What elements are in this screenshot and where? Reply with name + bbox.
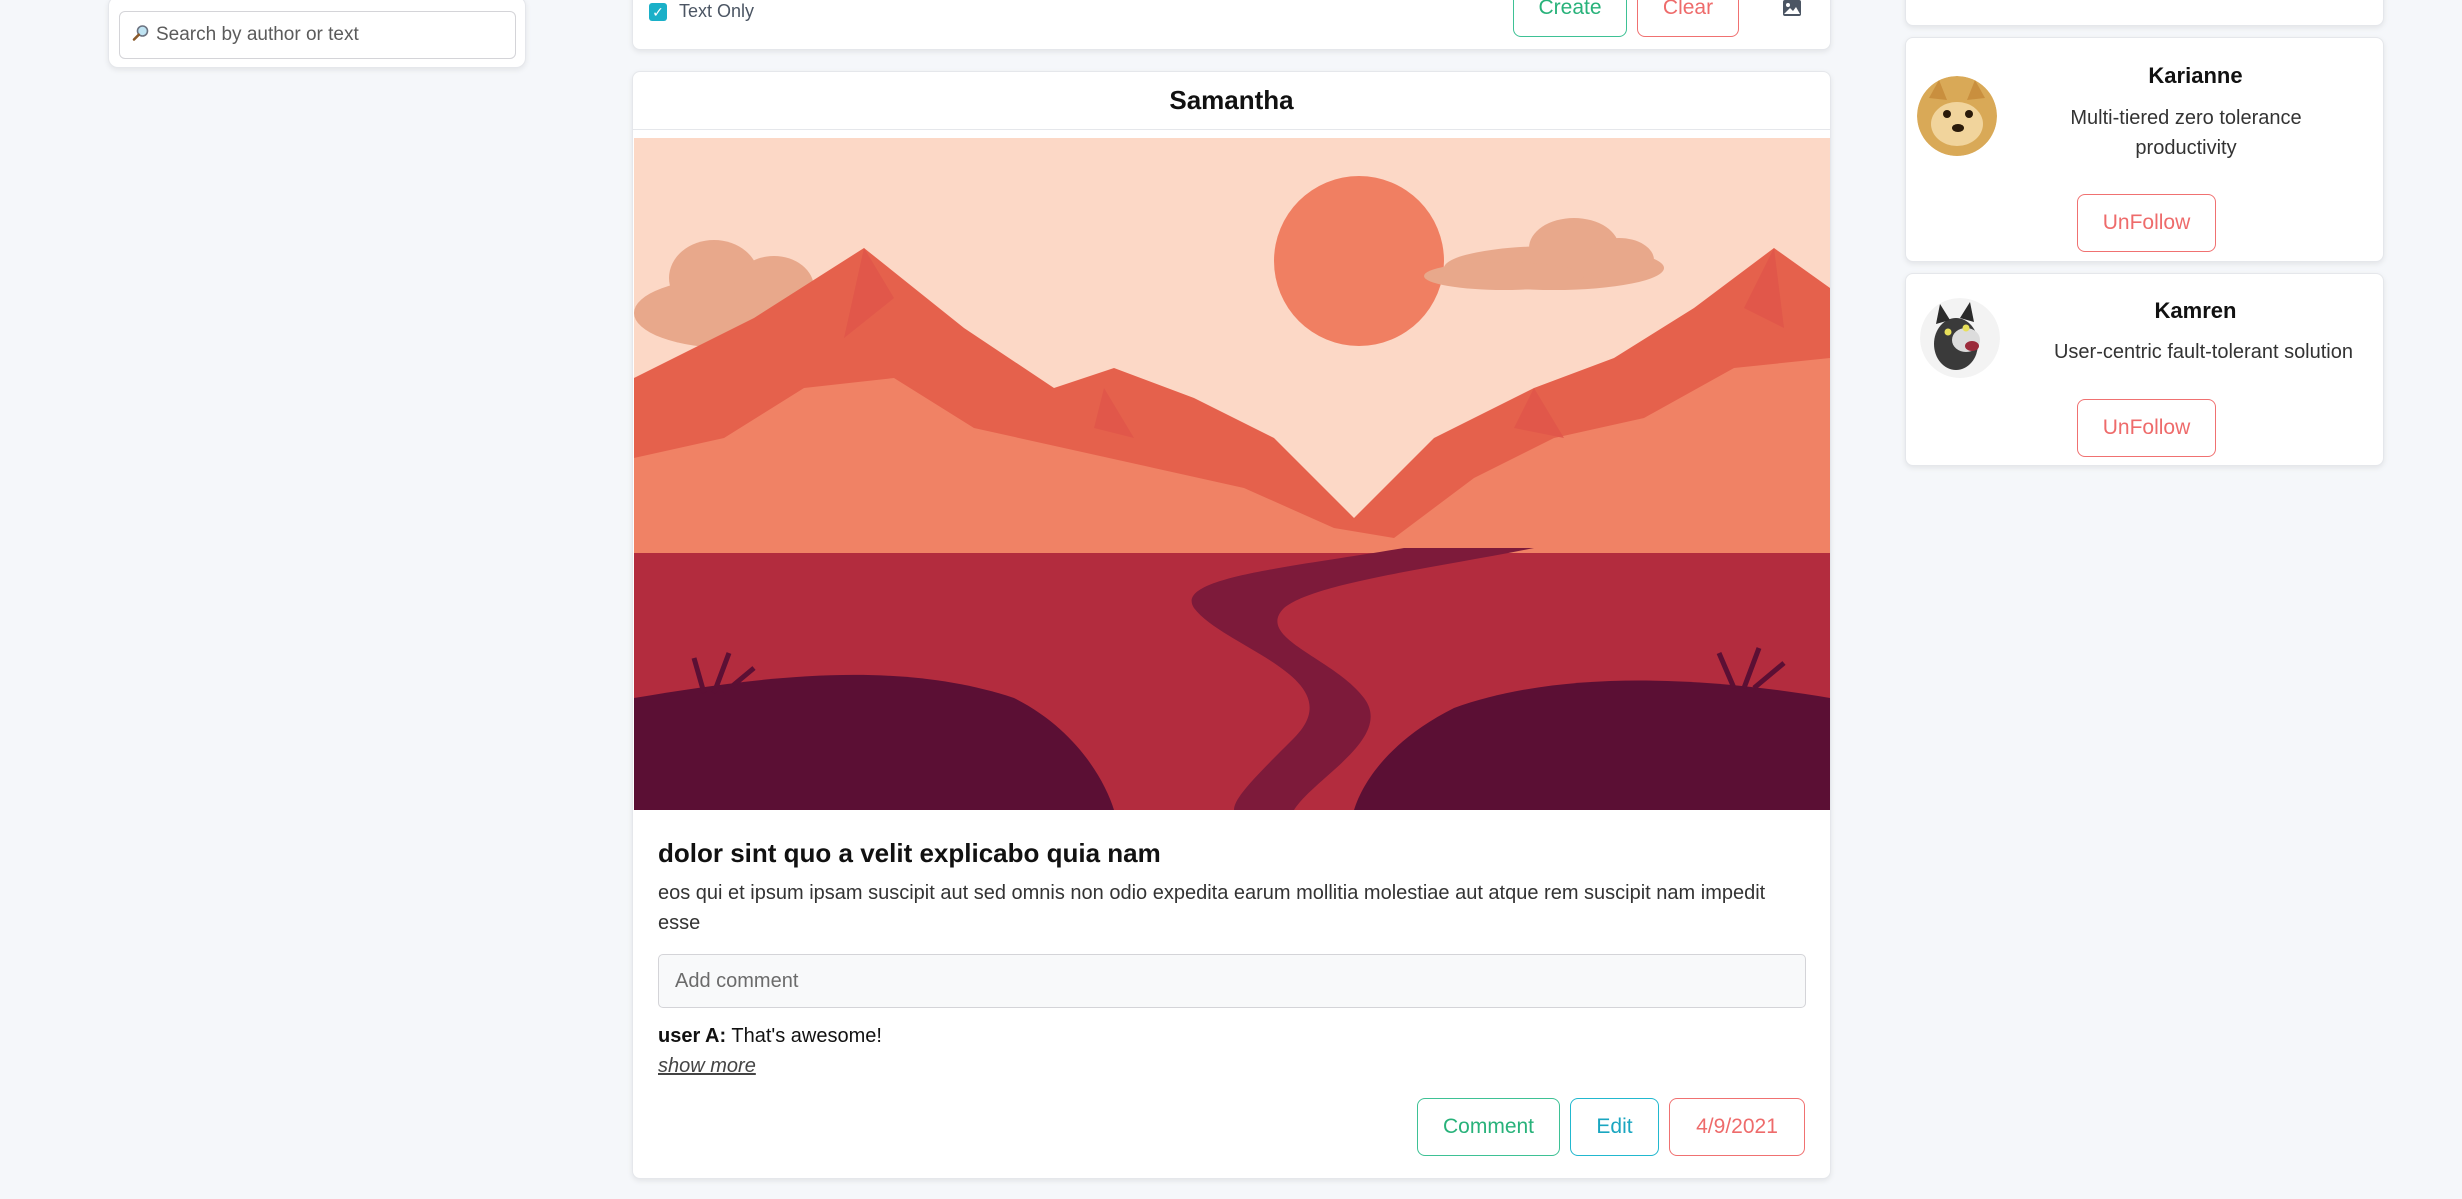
post-author: Samantha <box>633 72 1830 130</box>
text-only-toggle[interactable]: ✓ Text Only <box>649 1 754 22</box>
text-only-checkbox[interactable]: ✓ <box>649 2 667 21</box>
search-icon <box>132 24 150 47</box>
clear-button[interactable]: Clear <box>1637 0 1739 37</box>
follow-name: Karianne <box>2148 63 2243 88</box>
search-card <box>108 0 526 68</box>
image-icon[interactable] <box>1782 0 1802 17</box>
page: ✓ Text Only Create Clear Samantha <box>0 0 2462 1199</box>
post-title: dolor sint quo a velit explicabo quia na… <box>658 838 1161 868</box>
follow-bio: Multi-tiered zero tolerance productivity <box>2070 107 2302 159</box>
search-input[interactable] <box>156 24 503 46</box>
unfollow-button[interactable]: UnFollow <box>2077 194 2216 252</box>
search-box <box>119 11 516 59</box>
comment-user: user A: <box>658 1025 727 1047</box>
follow-bio: User-centric fault-tolerant solution <box>2053 341 2353 363</box>
edit-button[interactable]: Edit <box>1570 1098 1659 1156</box>
follow-card-kamren: Kamren User-centric fault-tolerant solut… <box>1905 273 2384 466</box>
follow-card-partial <box>1905 0 2384 26</box>
comment-button[interactable]: Comment <box>1417 1098 1560 1156</box>
post-date-button[interactable]: 4/9/2021 <box>1669 1098 1805 1156</box>
comment-input[interactable] <box>658 954 1806 1008</box>
create-button[interactable]: Create <box>1513 0 1627 37</box>
doge-avatar <box>1917 76 1997 156</box>
post-card: Samantha dolor sint quo a velit explicab… <box>632 71 1831 1179</box>
post-body: eos qui et ipsum ipsam suscipit aut sed … <box>658 882 1766 934</box>
show-more-link[interactable]: show more <box>658 1055 756 1078</box>
follow-name: Kamren <box>2154 298 2237 323</box>
cat-avatar <box>1920 298 2000 378</box>
follow-card-karianne: Karianne Multi-tiered zero tolerance pro… <box>1905 37 2384 262</box>
comment-text: That's awesome! <box>731 1025 882 1047</box>
post-image <box>634 138 1830 810</box>
text-only-label: Text Only <box>679 1 755 21</box>
composer-card: ✓ Text Only Create Clear <box>632 0 1831 50</box>
comment-item: user A: That's awesome! <box>658 1025 882 1048</box>
unfollow-button[interactable]: UnFollow <box>2077 399 2216 457</box>
